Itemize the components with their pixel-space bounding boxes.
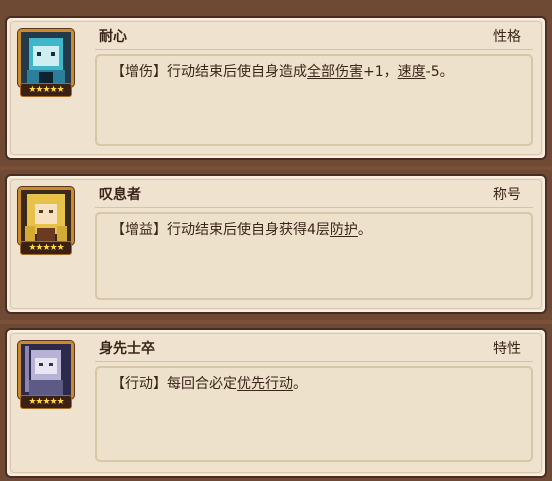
desc-suffix: -5。	[425, 64, 454, 80]
trait-category: 性格	[493, 29, 521, 45]
card-separator	[0, 166, 552, 170]
character-portrait-icon	[21, 190, 71, 242]
description-text: 【增伤】行动结束后使自身造成全部伤害+1，速度-5。	[111, 61, 523, 81]
trait-card[interactable]: ★★★★★ 耐心 性格 【增伤】行动结束后使自身造成全部伤害+1，速度-5。	[5, 16, 547, 160]
desc-prefix: 【增伤】行动结束后使自身造成	[111, 64, 307, 80]
star-rating: ★★★★★	[20, 83, 72, 97]
star-rating: ★★★★★	[20, 241, 72, 255]
desc-mid: +1，	[363, 64, 398, 80]
character-portrait-icon	[21, 32, 71, 84]
trait-card[interactable]: ★★★★★ 身先士卒 特性 【行动】每回合必定优先行动。	[5, 328, 547, 478]
keyword-protection[interactable]: 防护	[330, 222, 358, 238]
star-rating: ★★★★★	[20, 395, 72, 409]
description-box: 【行动】每回合必定优先行动。	[95, 366, 533, 462]
header-divider	[95, 207, 533, 208]
desc-prefix: 【行动】每回合必定	[111, 376, 237, 392]
keyword-priority-action[interactable]: 优先行动	[237, 376, 293, 392]
header-divider	[95, 361, 533, 362]
hero-portrait: ★★★★★	[18, 187, 74, 259]
trait-category: 称号	[493, 187, 521, 203]
trait-name: 耐心	[99, 29, 127, 45]
desc-prefix: 【增益】行动结束后使自身获得4层	[111, 222, 330, 238]
desc-suffix: 。	[293, 376, 307, 392]
portrait-frame	[18, 341, 74, 399]
hero-portrait: ★★★★★	[18, 29, 74, 101]
description-text: 【行动】每回合必定优先行动。	[111, 373, 523, 393]
card-separator	[0, 320, 552, 324]
trait-name: 叹息者	[99, 187, 141, 203]
trait-list: ★★★★★ 耐心 性格 【增伤】行动结束后使自身造成全部伤害+1，速度-5。 ★…	[0, 0, 552, 481]
trait-card[interactable]: ★★★★★ 叹息者 称号 【增益】行动结束后使自身获得4层防护。	[5, 174, 547, 314]
description-text: 【增益】行动结束后使自身获得4层防护。	[111, 219, 523, 239]
desc-suffix: 。	[357, 222, 372, 238]
portrait-frame	[18, 29, 74, 87]
description-box: 【增伤】行动结束后使自身造成全部伤害+1，速度-5。	[95, 54, 533, 146]
trait-category: 特性	[493, 341, 521, 357]
trait-name: 身先士卒	[99, 341, 155, 357]
header-divider	[95, 49, 533, 50]
keyword-speed[interactable]: 速度	[398, 64, 426, 80]
hero-portrait: ★★★★★	[18, 341, 74, 413]
description-box: 【增益】行动结束后使自身获得4层防护。	[95, 212, 533, 300]
portrait-frame	[18, 187, 74, 245]
character-portrait-icon	[21, 344, 71, 396]
keyword-all-damage[interactable]: 全部伤害	[307, 64, 363, 80]
